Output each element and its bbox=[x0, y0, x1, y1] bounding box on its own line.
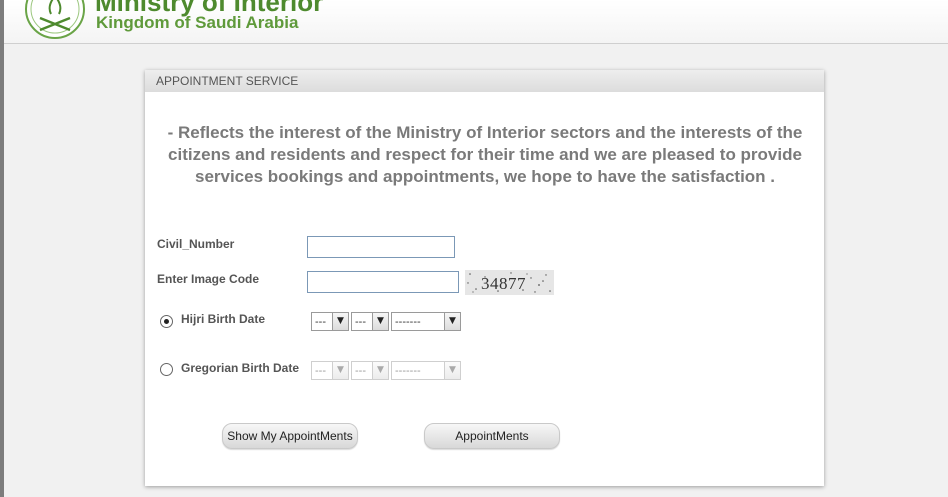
intro-text: - Reflects the interest of the Ministry … bbox=[167, 123, 803, 186]
image-code-input[interactable] bbox=[307, 271, 459, 293]
civil-number-label: Civil_Number bbox=[157, 237, 235, 251]
gregorian-month-value: --- bbox=[355, 365, 366, 377]
gregorian-day-value: --- bbox=[315, 365, 326, 377]
civil-number-input[interactable] bbox=[307, 236, 455, 258]
appointments-button[interactable]: AppointMents bbox=[424, 423, 560, 449]
saudi-emblem-icon bbox=[25, 0, 85, 39]
chevron-down-icon: ▼ bbox=[444, 362, 460, 379]
show-my-appointments-button[interactable]: Show My AppointMents bbox=[222, 423, 358, 449]
chevron-down-icon: ▼ bbox=[444, 313, 460, 330]
captcha-image: 34877 bbox=[465, 270, 554, 295]
gregorian-birth-date-label: Gregorian Birth Date bbox=[181, 361, 300, 375]
gregorian-month-select[interactable]: --- ▼ bbox=[351, 361, 389, 380]
chevron-down-icon: ▼ bbox=[332, 313, 348, 330]
chevron-down-icon: ▼ bbox=[372, 362, 388, 379]
gregorian-radio[interactable] bbox=[160, 363, 173, 376]
gregorian-year-select[interactable]: ------- ▼ bbox=[391, 361, 461, 380]
hijri-radio[interactable] bbox=[160, 315, 173, 328]
site-header: Ministry of Interior Kingdom of Saudi Ar… bbox=[4, 0, 948, 44]
hijri-month-select[interactable]: --- ▼ bbox=[351, 312, 389, 331]
chevron-down-icon: ▼ bbox=[332, 362, 348, 379]
gregorian-year-value: ------- bbox=[395, 365, 421, 377]
hijri-birth-date-label: Hijri Birth Date bbox=[181, 312, 266, 326]
hijri-year-select[interactable]: ------- ▼ bbox=[391, 312, 461, 331]
header-subtitle: Kingdom of Saudi Arabia bbox=[96, 13, 299, 32]
chevron-down-icon: ▼ bbox=[372, 313, 388, 330]
window-left-edge bbox=[0, 0, 4, 497]
gregorian-day-select[interactable]: --- ▼ bbox=[311, 361, 349, 380]
hijri-month-value: --- bbox=[355, 316, 366, 328]
panel-title: APPOINTMENT SERVICE bbox=[145, 70, 824, 94]
appointment-panel: APPOINTMENT SERVICE - Reflects the inter… bbox=[145, 70, 824, 486]
captcha-text: 34877 bbox=[481, 274, 526, 293]
hijri-year-value: ------- bbox=[395, 316, 421, 328]
hijri-day-select[interactable]: --- ▼ bbox=[311, 312, 349, 331]
image-code-label: Enter Image Code bbox=[157, 272, 260, 286]
hijri-day-value: --- bbox=[315, 316, 326, 328]
